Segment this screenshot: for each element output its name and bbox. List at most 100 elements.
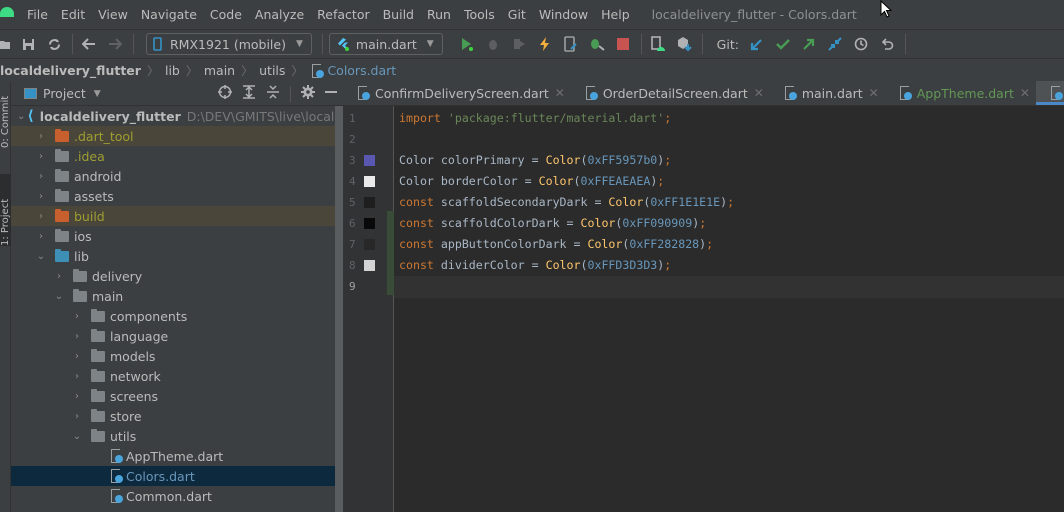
chevron-down-icon[interactable]: ⌄ bbox=[53, 291, 65, 302]
chevron-down-icon[interactable]: ⌄ bbox=[17, 111, 25, 122]
tab-app-theme[interactable]: AppTheme.dart ✕ bbox=[885, 81, 1036, 105]
chevron-right-icon[interactable]: › bbox=[71, 391, 83, 402]
breadcrumb-main[interactable]: main bbox=[204, 63, 235, 78]
menu-navigate[interactable]: Navigate bbox=[141, 7, 197, 22]
side-tab-commit[interactable]: 0: Commit bbox=[0, 88, 11, 148]
menu-view[interactable]: View bbox=[98, 7, 128, 22]
chevron-right-icon[interactable]: › bbox=[35, 151, 47, 162]
close-icon[interactable]: ✕ bbox=[754, 86, 764, 100]
menu-run[interactable]: Run bbox=[427, 7, 451, 22]
project-scrollbar[interactable] bbox=[335, 106, 343, 512]
git-update-icon[interactable] bbox=[749, 36, 765, 52]
side-tab-project[interactable]: 1: Project bbox=[0, 174, 11, 246]
breadcrumb-project[interactable]: localdelivery_flutter bbox=[0, 63, 141, 78]
menu-window[interactable]: Window bbox=[539, 7, 588, 22]
chevron-right-icon[interactable]: › bbox=[71, 351, 83, 362]
chevron-right-icon[interactable]: › bbox=[35, 231, 47, 242]
expand-all-icon[interactable] bbox=[242, 85, 256, 103]
chevron-right-icon[interactable]: › bbox=[35, 211, 47, 222]
menu-build[interactable]: Build bbox=[383, 7, 414, 22]
chevron-down-icon[interactable]: ⌄ bbox=[35, 251, 47, 262]
close-icon[interactable]: ✕ bbox=[869, 86, 879, 100]
debug-icon[interactable] bbox=[485, 36, 501, 52]
project-panel-title[interactable]: Project bbox=[43, 86, 86, 101]
git-merge-icon[interactable] bbox=[827, 36, 843, 52]
attach-debugger-icon[interactable] bbox=[589, 36, 605, 52]
chevron-down-icon[interactable]: ▼ bbox=[94, 89, 101, 99]
color-swatch-icon[interactable] bbox=[364, 197, 375, 208]
run-config-selector[interactable]: main.dart ▼ bbox=[328, 33, 443, 55]
chevron-right-icon[interactable]: › bbox=[71, 411, 83, 422]
menu-help[interactable]: Help bbox=[601, 7, 630, 22]
tree-file-item[interactable]: Common.dart bbox=[11, 486, 343, 506]
scrollbar-thumb[interactable] bbox=[335, 106, 343, 512]
tree-folder-item[interactable]: ⌄ lib bbox=[11, 246, 343, 266]
breadcrumb-utils[interactable]: utils bbox=[259, 63, 285, 78]
color-swatch-icon[interactable] bbox=[364, 176, 375, 187]
run-icon[interactable] bbox=[459, 36, 475, 52]
avd-manager-icon[interactable] bbox=[650, 36, 666, 52]
open-folder-icon[interactable] bbox=[0, 36, 10, 52]
chevron-right-icon[interactable]: › bbox=[35, 171, 47, 182]
apply-changes-icon[interactable] bbox=[563, 36, 579, 52]
tree-folder-item[interactable]: › .idea bbox=[11, 146, 343, 166]
locate-file-icon[interactable] bbox=[218, 85, 232, 103]
back-arrow-icon[interactable] bbox=[81, 36, 97, 52]
tree-folder-item[interactable]: › assets bbox=[11, 186, 343, 206]
tree-folder-item[interactable]: › build bbox=[11, 206, 343, 226]
profile-icon[interactable] bbox=[511, 36, 527, 52]
chevron-right-icon[interactable]: › bbox=[71, 371, 83, 382]
menu-edit[interactable]: Edit bbox=[61, 7, 85, 22]
menu-tools[interactable]: Tools bbox=[464, 7, 495, 22]
code-area[interactable]: import 'package:flutter/material.dart'; C… bbox=[394, 106, 1064, 512]
tree-folder-item[interactable]: › components bbox=[11, 306, 343, 326]
breadcrumb-lib[interactable]: lib bbox=[165, 63, 180, 78]
tree-folder-item[interactable]: › ios bbox=[11, 226, 343, 246]
tab-order-detail-screen[interactable]: OrderDetailScreen.dart ✕ bbox=[571, 81, 770, 105]
tree-root[interactable]: ⌄ ⟨ localdelivery_flutter D:\DEV\GMITS\l… bbox=[11, 106, 391, 126]
tab-colors-dart[interactable]: Colors.dart ✕ bbox=[1035, 81, 1064, 105]
menu-file[interactable]: File bbox=[27, 7, 48, 22]
device-selector[interactable]: RMX1921 (mobile) ▼ bbox=[146, 33, 312, 55]
close-icon[interactable]: ✕ bbox=[555, 86, 565, 100]
tree-folder-item[interactable]: › screens bbox=[11, 386, 343, 406]
color-swatch-icon[interactable] bbox=[364, 260, 375, 271]
tree-folder-item[interactable]: ⌄ main bbox=[11, 286, 343, 306]
tree-folder-item[interactable]: › delivery bbox=[11, 266, 343, 286]
tree-folder-item[interactable]: › language bbox=[11, 326, 343, 346]
tree-folder-item[interactable]: ⌄ utils bbox=[11, 426, 343, 446]
hot-reload-icon[interactable] bbox=[537, 36, 553, 52]
sdk-manager-icon[interactable] bbox=[676, 36, 692, 52]
breadcrumb-file[interactable]: Colors.dart bbox=[327, 63, 396, 78]
menu-git[interactable]: Git bbox=[508, 7, 526, 22]
tab-main-dart[interactable]: main.dart ✕ bbox=[770, 81, 885, 105]
stop-icon[interactable] bbox=[615, 36, 631, 52]
tree-folder-item[interactable]: › .dart_tool bbox=[11, 126, 343, 146]
gear-icon[interactable] bbox=[301, 85, 315, 103]
forward-arrow-icon[interactable] bbox=[107, 36, 123, 52]
color-swatch-icon[interactable] bbox=[364, 218, 375, 229]
tab-confirm-delivery-screen[interactable]: ConfirmDeliveryScreen.dart ✕ bbox=[343, 81, 571, 105]
tree-file-item[interactable]: AppTheme.dart bbox=[11, 446, 343, 466]
minimize-icon[interactable] bbox=[325, 85, 337, 103]
sync-icon[interactable] bbox=[46, 36, 62, 52]
color-swatch-icon[interactable] bbox=[364, 155, 375, 166]
vcs-change-marker[interactable] bbox=[387, 211, 394, 295]
menu-code[interactable]: Code bbox=[210, 7, 242, 22]
git-history-icon[interactable] bbox=[853, 36, 869, 52]
chevron-right-icon[interactable]: › bbox=[35, 191, 47, 202]
git-rollback-icon[interactable] bbox=[879, 36, 895, 52]
menu-analyze[interactable]: Analyze bbox=[255, 7, 304, 22]
chevron-right-icon[interactable]: › bbox=[71, 311, 83, 322]
tree-file-item[interactable]: Colors.dart bbox=[11, 466, 343, 486]
color-swatch-icon[interactable] bbox=[364, 239, 375, 250]
save-all-icon[interactable] bbox=[20, 36, 36, 52]
git-push-icon[interactable] bbox=[801, 36, 817, 52]
tree-folder-item[interactable]: › store bbox=[11, 406, 343, 426]
close-icon[interactable]: ✕ bbox=[1020, 86, 1030, 100]
chevron-right-icon[interactable]: › bbox=[71, 331, 83, 342]
chevron-down-icon[interactable]: ⌄ bbox=[71, 431, 83, 442]
chevron-right-icon[interactable]: › bbox=[53, 271, 65, 282]
chevron-right-icon[interactable]: › bbox=[35, 131, 47, 142]
menu-refactor[interactable]: Refactor bbox=[317, 7, 369, 22]
